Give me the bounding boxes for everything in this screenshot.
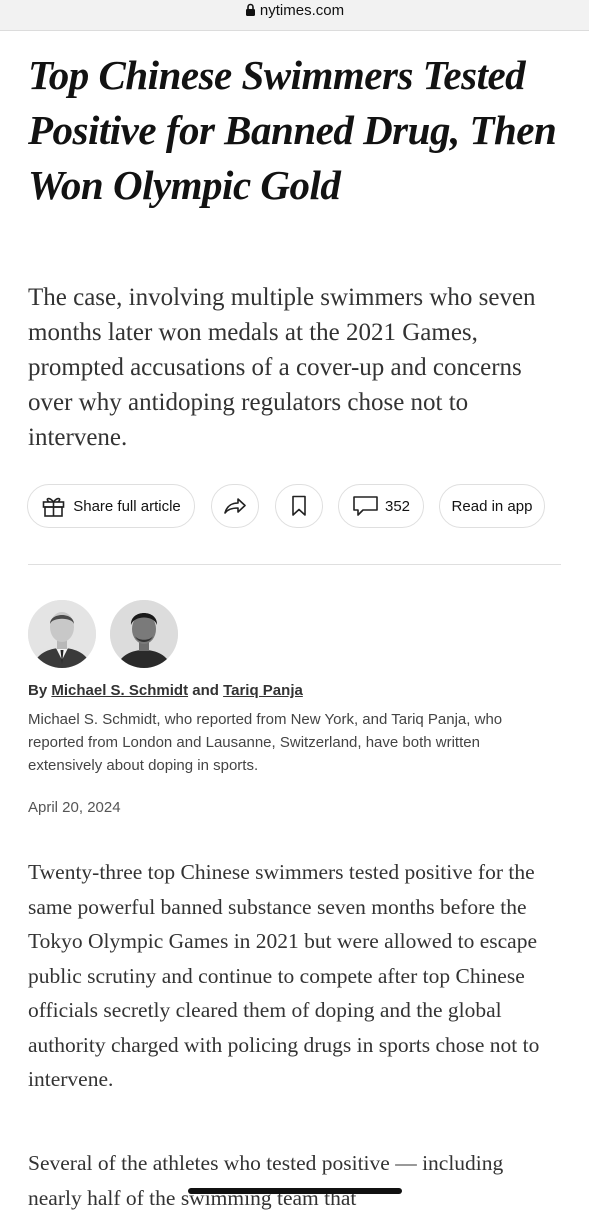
share-full-article-label: Share full article xyxy=(73,497,181,515)
read-in-app-button[interactable]: Read in app xyxy=(439,484,545,528)
publish-date: April 20, 2024 xyxy=(28,799,121,816)
byline-conjunction: and xyxy=(192,682,219,699)
bookmark-icon xyxy=(291,495,307,517)
byline: By Michael S. Schmidt and Tariq Panja xyxy=(28,682,303,699)
article-paragraph: Several of the athletes who tested posit… xyxy=(28,1151,504,1210)
home-indicator[interactable] xyxy=(188,1188,402,1194)
author-avatar-michael-schmidt[interactable] xyxy=(28,600,96,668)
read-in-app-label: Read in app xyxy=(451,497,533,515)
author-link-michael-schmidt[interactable]: Michael S. Schmidt xyxy=(51,682,188,699)
article-summary: The case, involving multiple swimmers wh… xyxy=(28,284,536,451)
byline-prefix: By xyxy=(28,682,48,699)
share-arrow-icon xyxy=(223,496,247,516)
save-bookmark-button[interactable] xyxy=(275,484,323,528)
article-headline: Top Chinese Swimmers Tested Positive for… xyxy=(28,52,557,208)
url-text: nytimes.com xyxy=(259,1,345,19)
comment-icon xyxy=(352,495,379,517)
article-paragraph: Twenty-three top Chinese swimmers tested… xyxy=(28,860,540,1091)
author-bio: Michael S. Schmidt, who reported from Ne… xyxy=(28,711,503,774)
share-full-article-button[interactable]: Share full article xyxy=(27,484,195,528)
section-divider xyxy=(28,564,561,565)
author-avatar-tariq-panja[interactable] xyxy=(110,600,178,668)
comments-count: 352 xyxy=(384,497,411,515)
url-display[interactable]: nytimes.com xyxy=(0,0,589,20)
browser-address-bar[interactable]: nytimes.com xyxy=(0,0,589,31)
gift-icon xyxy=(41,494,66,518)
author-link-tariq-panja[interactable]: Tariq Panja xyxy=(223,682,303,699)
comments-button[interactable]: 352 xyxy=(338,484,424,528)
lock-icon xyxy=(245,3,256,17)
share-button[interactable] xyxy=(211,484,259,528)
